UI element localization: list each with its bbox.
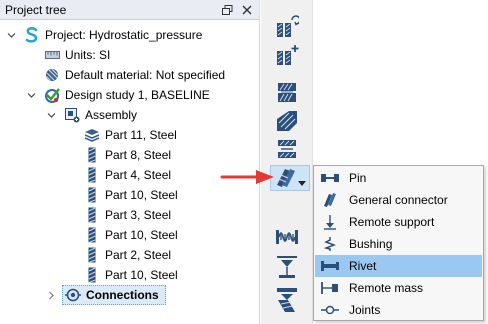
add-connection-icon[interactable]: [274, 42, 300, 68]
connector-type-menu: Pin General connector Remote support Bus…: [313, 165, 484, 321]
load-icon[interactable]: [274, 254, 300, 280]
part-label: Part 2, Steel: [105, 248, 172, 262]
menu-item-joints[interactable]: Joints: [315, 299, 482, 321]
menu-item-label: Remote support: [349, 215, 435, 229]
design-study-check-icon: [44, 87, 60, 103]
rivet-icon: [315, 255, 345, 277]
tree-item-part[interactable]: Part 4, Steel: [84, 165, 171, 185]
part-label: Part 3, Steel: [105, 208, 172, 222]
graphics-area[interactable]: [314, 0, 488, 165]
red-arrow-annotation: [220, 168, 276, 189]
project-label: Project: Hydrostatic_pressure: [45, 28, 203, 42]
part-icon: [84, 207, 100, 223]
part-icon: [84, 247, 100, 263]
part-icon: [84, 267, 100, 283]
connections-toolbar: [261, 0, 313, 324]
part-label: Part 8, Steel: [105, 148, 172, 162]
part-stack-icon: [84, 127, 100, 143]
design-study-label: Design study 1, BASELINE: [65, 88, 210, 102]
tree-item-connections[interactable]: Connections: [62, 285, 166, 305]
part-icon: [84, 147, 100, 163]
tree-item-part[interactable]: Part 10, Steel: [84, 185, 178, 205]
menu-item-pin[interactable]: Pin: [315, 167, 482, 189]
rivet-tool-icon: [275, 167, 297, 192]
menu-item-rivet[interactable]: Rivet: [315, 255, 482, 277]
tree-item-part[interactable]: Part 2, Steel: [84, 245, 171, 265]
menu-item-label: Remote mass: [349, 281, 424, 295]
part-label: Part 10, Steel: [105, 228, 178, 242]
bonded-contact-icon[interactable]: [274, 108, 300, 134]
menu-item-remote-mass[interactable]: Remote mass: [315, 277, 482, 299]
connections-label: Connections: [86, 288, 159, 302]
menu-item-label: Bushing: [349, 237, 393, 251]
default-material-label: Default material: Not specified: [65, 68, 226, 82]
tree-item-units[interactable]: Units: SI: [44, 45, 110, 65]
connector-dropdown-button[interactable]: [270, 165, 310, 191]
material-icon: [44, 67, 60, 83]
part-label: Part 4, Steel: [105, 168, 172, 182]
assembly-label: Assembly: [85, 108, 138, 122]
menu-item-general-connector[interactable]: General connector: [315, 189, 482, 211]
panel-header: Project tree: [0, 0, 259, 20]
tree-item-part[interactable]: Part 10, Steel: [84, 265, 178, 285]
chevron-down-icon[interactable]: [46, 110, 56, 120]
ruler-icon: [44, 47, 60, 63]
menu-item-bushing[interactable]: Bushing: [315, 233, 482, 255]
chevron-down-icon[interactable]: [6, 30, 16, 40]
contact-icon[interactable]: [274, 80, 300, 106]
part-label: Part 10, Steel: [105, 188, 178, 202]
part-label: Part 10, Steel: [105, 268, 178, 282]
menu-item-label: Pin: [349, 171, 367, 185]
menu-item-label: Rivet: [349, 259, 377, 273]
panel-title: Project tree: [5, 2, 67, 17]
menu-item-label: Joints: [349, 303, 381, 317]
tree-item-design-study[interactable]: Design study 1, BASELINE: [44, 85, 210, 105]
tree-item-project[interactable]: Project: Hydrostatic_pressure: [24, 25, 202, 45]
gap-icon[interactable]: [274, 136, 300, 162]
part-label: Part 11, Steel: [105, 128, 177, 142]
assembly-icon: [64, 107, 80, 123]
menu-item-label: General connector: [349, 193, 448, 207]
fixture-icon[interactable]: [274, 286, 300, 312]
remote-mass-icon: [315, 277, 345, 299]
part-icon: [84, 167, 100, 183]
pin-icon: [315, 167, 345, 189]
units-label: Units: SI: [65, 48, 111, 62]
remote-support-icon: [315, 211, 345, 233]
replace-connection-icon[interactable]: [274, 14, 300, 40]
part-icon: [84, 187, 100, 203]
joints-icon: [315, 299, 345, 321]
tree-item-default-material[interactable]: Default material: Not specified: [44, 65, 225, 85]
project-icon: [24, 27, 40, 43]
spring-icon[interactable]: [274, 224, 300, 250]
tree-item-part[interactable]: Part 10, Steel: [84, 225, 178, 245]
project-tree-panel: Project tree Project: Hydrostatic_pressu…: [0, 0, 260, 324]
chevron-right-icon[interactable]: [46, 290, 56, 300]
dropdown-arrow-icon[interactable]: [298, 175, 306, 189]
close-icon[interactable]: [240, 3, 254, 17]
tree-item-assembly[interactable]: Assembly: [64, 105, 137, 125]
tree-item-part[interactable]: Part 11, Steel: [84, 125, 177, 145]
general-connector-icon: [315, 189, 345, 211]
tree-item-part[interactable]: Part 3, Steel: [84, 205, 171, 225]
tree-item-part[interactable]: Part 8, Steel: [84, 145, 171, 165]
restore-icon[interactable]: [220, 3, 234, 17]
part-icon: [84, 227, 100, 243]
menu-item-remote-support[interactable]: Remote support: [315, 211, 482, 233]
bushing-icon: [315, 233, 345, 255]
chevron-down-icon[interactable]: [26, 90, 36, 100]
connections-icon: [65, 287, 81, 303]
